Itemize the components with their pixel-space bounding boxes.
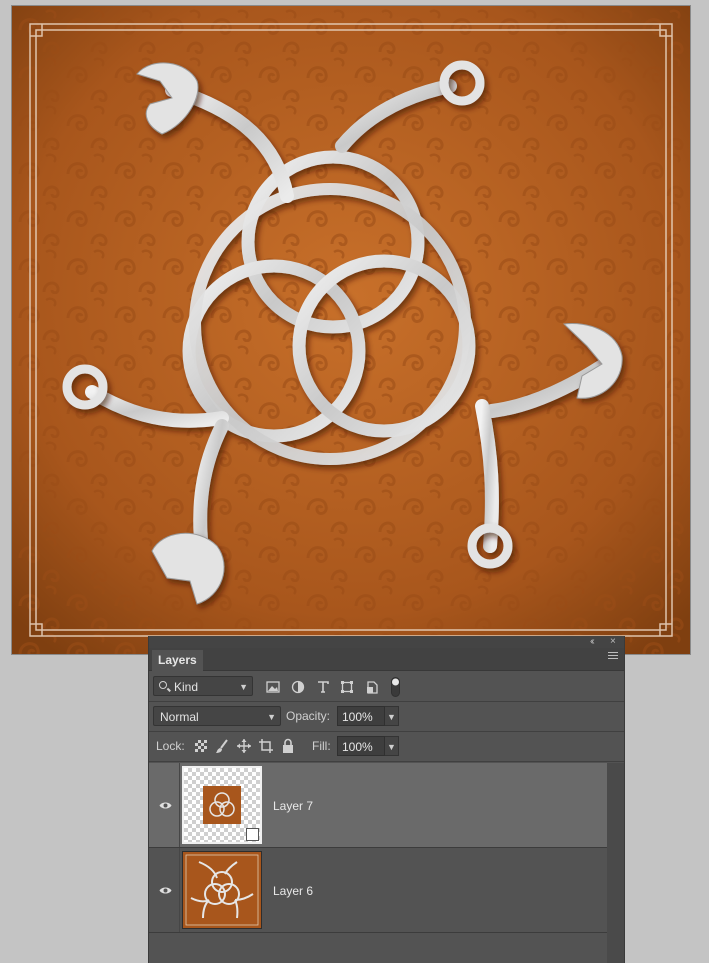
layers-list: Layer 7 Layer 6	[149, 763, 624, 963]
smart-object-filter-icon[interactable]	[365, 680, 379, 694]
blend-mode-value: Normal	[160, 710, 199, 724]
chevron-down-icon: ▼	[239, 682, 248, 692]
adjustment-filter-icon[interactable]	[291, 680, 305, 694]
lock-transparent-pixels-icon[interactable]	[194, 738, 208, 754]
visibility-eye-icon[interactable]	[159, 884, 172, 894]
fill-label: Fill:	[312, 739, 331, 753]
layer-row-layer-7[interactable]: Layer 7	[149, 763, 607, 848]
search-icon	[159, 681, 167, 689]
opacity-label: Opacity:	[286, 709, 331, 723]
type-filter-icon[interactable]	[316, 680, 330, 694]
opacity-input[interactable]: 100%	[337, 706, 385, 726]
layer-name[interactable]: Layer 7	[273, 799, 313, 813]
close-panel-button[interactable]: ×	[610, 636, 616, 648]
fill-input[interactable]: 100%	[337, 736, 385, 756]
layer-name[interactable]: Layer 6	[273, 884, 313, 898]
visibility-eye-icon[interactable]	[159, 799, 172, 809]
layers-scrollbar[interactable]	[607, 763, 624, 963]
layer-thumbnail[interactable]	[182, 766, 262, 844]
filter-kind-dropdown[interactable]: Kind ▼	[153, 676, 253, 696]
wrench-thumbnail-art	[183, 852, 261, 928]
lock-all-icon[interactable]	[281, 738, 295, 754]
filter-toggle-switch[interactable]	[391, 677, 400, 697]
lock-artboard-crop-icon[interactable]	[259, 738, 273, 754]
panel-tab-bar: Layers	[149, 648, 624, 671]
blend-mode-dropdown[interactable]: Normal ▼	[153, 706, 281, 726]
image-filter-icon[interactable]	[266, 680, 280, 694]
layers-panel: ‹‹ × Layers Kind ▼ Normal ▼ Opacity: 100…	[148, 636, 625, 963]
opacity-dropdown-chevron-icon[interactable]: ▼	[385, 706, 399, 726]
smart-object-badge-icon	[246, 828, 259, 841]
document-canvas[interactable]	[12, 6, 690, 654]
lock-image-pixels-brush-icon[interactable]	[215, 738, 229, 754]
panel-menu-icon[interactable]	[608, 652, 618, 661]
lock-position-move-icon[interactable]	[237, 738, 251, 754]
collapse-panel-button[interactable]: ‹‹	[590, 636, 594, 648]
tab-layers[interactable]: Layers	[152, 650, 203, 671]
layer-thumbnail[interactable]	[182, 851, 262, 929]
filter-kind-label: Kind	[174, 680, 199, 694]
lock-label: Lock:	[156, 739, 185, 753]
fill-dropdown-chevron-icon[interactable]: ▼	[385, 736, 399, 756]
layer-filter-row: Kind ▼	[149, 671, 624, 702]
blend-opacity-row: Normal ▼ Opacity: 100% ▼	[149, 702, 624, 732]
lock-fill-row: Lock: Fill: 100% ▼	[149, 732, 624, 762]
panel-title-bar[interactable]: ‹‹ ×	[149, 636, 624, 648]
chevron-down-icon: ▼	[267, 712, 276, 722]
layer-row-layer-6[interactable]: Layer 6	[149, 848, 607, 933]
artwork	[12, 6, 690, 654]
shape-filter-icon[interactable]	[340, 680, 354, 694]
